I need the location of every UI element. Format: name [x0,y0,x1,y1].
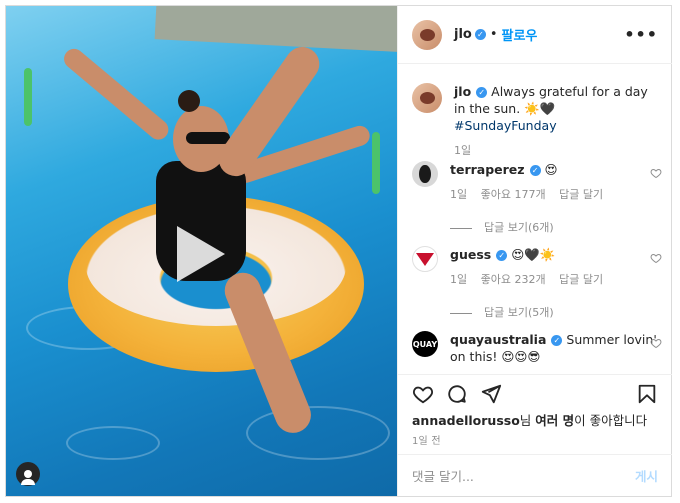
post-username[interactable]: jlo [454,27,472,42]
add-comment-bar: 댓글 달기... 게시 [398,454,672,496]
comment-text: 😍🖤☀️ [511,247,556,262]
view-replies-button[interactable]: 답글 보기(6개) [450,219,658,236]
action-bar [398,374,672,407]
verified-icon: ✓ [551,335,563,346]
hair-bun [178,90,200,112]
reply-button[interactable]: 답글 달기 [559,188,603,201]
follow-button[interactable]: 팔로우 [502,25,538,44]
likes-summary[interactable]: annadellorusso님 여러 명이 좋아합니다 [412,410,647,429]
comment-item: terraperez ✓ 😍 1일 좋아요 177개 답글 달기 답글 보기(6개… [398,161,672,236]
verified-icon: ✓ [474,29,486,40]
comment-time: 1일 [450,273,468,286]
caption-username[interactable]: jlo [454,84,471,99]
hashtag-link[interactable]: #SundayFunday [454,118,557,133]
avatar[interactable] [412,19,442,50]
likes-end: 이 좋아합니다 [574,413,648,428]
user-tag-icon[interactable] [16,462,40,486]
post-sidebar: jlo ✓ • 팔로우 ••• jlo ✓ Always grateful for… [397,6,672,496]
comment-meta: 1일 좋아요 177개 답글 달기 [450,186,658,203]
bookmark-icon[interactable] [636,383,658,405]
comment-likes[interactable]: 좋아요 232개 [481,273,546,286]
avatar[interactable] [412,161,438,187]
comment-text: 😍 [544,162,558,177]
verified-icon: ✓ [476,87,488,98]
verified-icon: ✓ [529,165,541,176]
arm [59,44,173,144]
play-icon[interactable] [177,226,225,282]
post-video[interactable] [6,6,397,496]
avatar[interactable] [412,83,442,113]
comment-likes[interactable]: 좋아요 177개 [481,188,546,201]
water-ripple [246,406,390,460]
separator-dot: • [489,27,498,42]
quay-logo: QUAY [412,339,438,349]
comment-item: QUAY quayaustralia ✓ Summer lovin' on thi… [398,331,672,365]
comment-item: guess ✓ 😍🖤☀️ 1일 좋아요 232개 답글 달기 답글 보기(5개) [398,246,672,321]
pool-deck [154,6,397,53]
comment-icon[interactable] [446,383,468,405]
guess-logo [416,252,434,266]
view-replies-button[interactable]: 답글 보기(5개) [450,304,658,321]
comment-username[interactable]: guess [450,247,491,262]
comment-username[interactable]: terraperez [450,162,525,177]
post-header: jlo ✓ • 팔로우 ••• [398,6,672,64]
share-icon[interactable] [480,383,502,405]
avatar[interactable] [412,246,438,272]
post-timestamp: 1일 전 [412,436,441,447]
reply-button[interactable]: 답글 달기 [559,273,603,286]
popsicle [24,68,32,126]
heart-icon[interactable] [650,252,662,264]
comment-username[interactable]: quayaustralia [450,332,546,347]
comment-meta: 1일 좋아요 232개 답글 달기 [450,271,658,288]
likes-others[interactable]: 여러 명 [535,413,574,428]
popsicle [372,132,380,194]
caption: jlo ✓ Always grateful for a day in the su… [398,83,672,159]
verified-icon: ✓ [496,250,508,261]
comment-time: 1일 [450,188,468,201]
comment-input[interactable]: 댓글 달기... [412,466,635,485]
more-icon[interactable]: ••• [624,25,658,44]
caption-time: 1일 [454,144,472,157]
sunglasses [186,132,230,144]
heart-icon[interactable] [412,383,434,405]
heart-icon[interactable] [650,337,662,349]
water-ripple [66,426,160,460]
heart-icon[interactable] [650,167,662,179]
likes-suffix: 님 [519,413,536,428]
comments-list: jlo ✓ Always grateful for a day in the su… [398,65,672,373]
likes-user[interactable]: annadellorusso [412,413,520,428]
post-modal: jlo ✓ • 팔로우 ••• jlo ✓ Always grateful for… [5,5,672,497]
post-button[interactable]: 게시 [635,466,658,485]
avatar[interactable]: QUAY [412,331,438,357]
